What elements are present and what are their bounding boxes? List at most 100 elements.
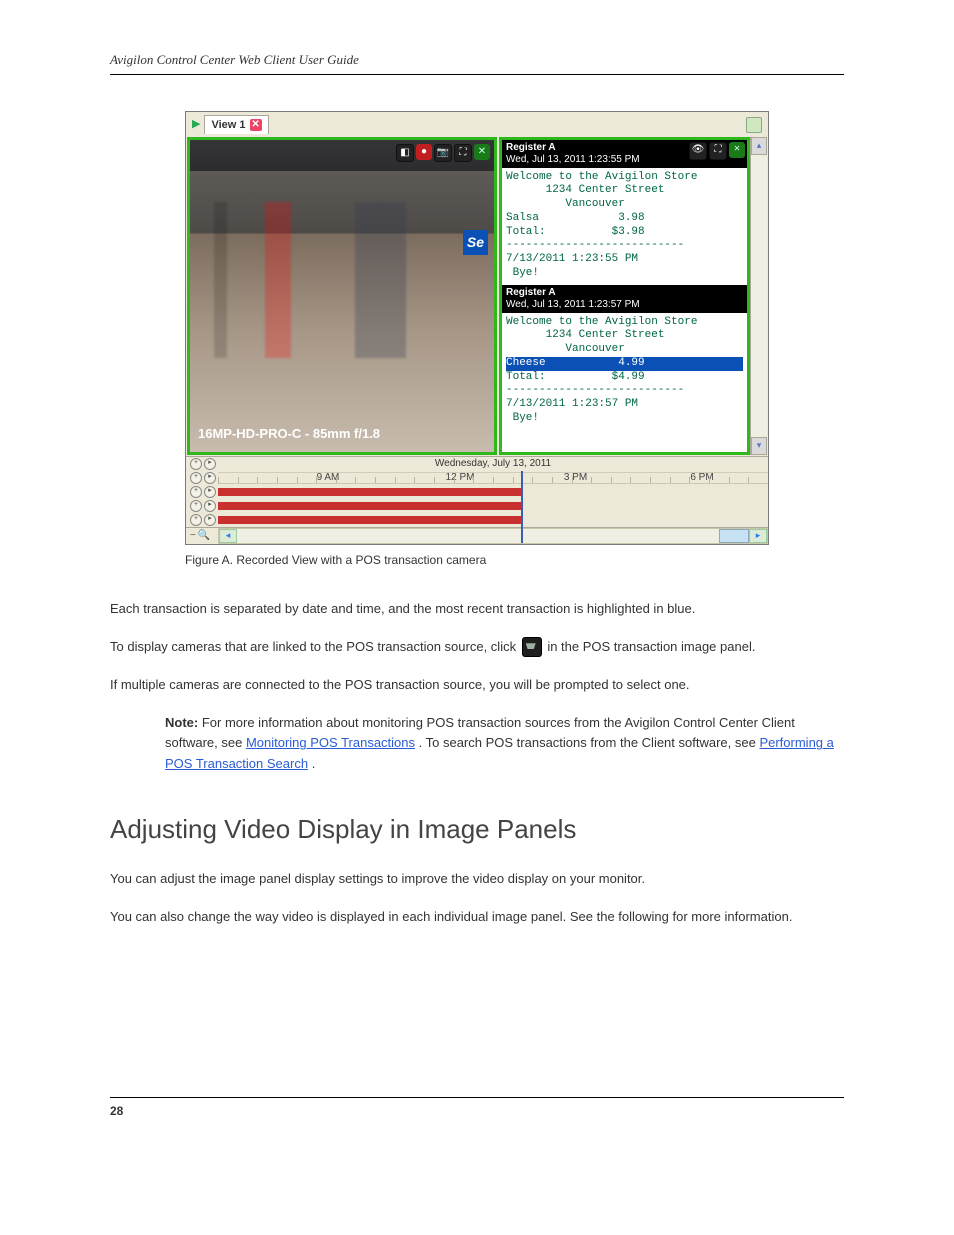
receipt2-addr2: Vancouver [565, 343, 624, 355]
note-label: Note: [165, 715, 198, 730]
close-tab-icon[interactable]: ✕ [250, 119, 262, 131]
receipt2-bye: Bye! [513, 412, 539, 424]
zoom-in-icon[interactable]: 🔍 [198, 528, 210, 543]
camera-label: 16MP-HD-PRO-C - 85mm f/1.8 [198, 424, 380, 444]
timeline-track[interactable] [218, 488, 768, 496]
receipt1-timestamp: Wed, Jul 13, 2011 1:23:55 PM [506, 154, 640, 165]
receipt1-addr1: 1234 Center Street [546, 184, 665, 196]
pos-source-icon[interactable]: 👁 [689, 142, 707, 160]
receipt2-tsline: 7/13/2011 1:23:57 PM [506, 398, 638, 410]
figure-wrapper: ▶ View 1 ✕ ◧ ● 📷 ⛶ ✕ 16MP-HD-PRO-C - 85m… [185, 111, 769, 569]
image-panels: ◧ ● 📷 ⛶ ✕ 16MP-HD-PRO-C - 85mm f/1.8 👁 ⛶… [186, 136, 768, 456]
vertical-scrollbar[interactable]: ▴ ▾ [750, 137, 767, 455]
play-icon[interactable]: ▸ [204, 458, 216, 470]
play-icon[interactable]: ▸ [204, 514, 216, 526]
text-run: . To search POS transactions from the Cl… [419, 735, 760, 750]
pos-transaction-panel[interactable]: 👁 ⛶ ✕ Register A Wed, Jul 13, 2011 1:23:… [499, 137, 750, 455]
expand-icon[interactable]: + [190, 486, 202, 498]
paragraph: If multiple cameras are connected to the… [110, 675, 844, 695]
scroll-up-icon[interactable]: ▴ [751, 137, 767, 155]
receipt1-price: 3.98 [618, 212, 644, 224]
receipt2-item: Cheese [506, 357, 546, 369]
horizontal-scrollbar[interactable]: ◂ ▸ [218, 528, 768, 544]
pos-camera-link-icon [522, 637, 542, 657]
timeline-ctrl[interactable]: +▸ [186, 514, 218, 526]
video-image-panel[interactable]: ◧ ● 📷 ⛶ ✕ 16MP-HD-PRO-C - 85mm f/1.8 [187, 137, 497, 455]
layout-menu-icon[interactable] [746, 117, 762, 133]
fullscreen-icon[interactable]: ⛶ [709, 142, 727, 160]
paragraph: Each transaction is separated by date an… [110, 599, 844, 619]
receipt2-total: $4.99 [612, 371, 645, 383]
receipt2-timestamp: Wed, Jul 13, 2011 1:23:57 PM [506, 299, 640, 310]
receipt1-item: Salsa [506, 212, 539, 224]
receipt1-bye: Bye! [513, 267, 539, 279]
video-scene [190, 140, 494, 452]
timeline[interactable]: +▸ Wednesday, July 13, 2011 +▸ 9 AM 12 P… [186, 456, 768, 544]
timeline-ctrl[interactable]: +▸ [186, 486, 218, 498]
pos-panel-icons: 👁 ⛶ ✕ [689, 142, 745, 160]
receipt1-title: Register A [506, 142, 556, 153]
scroll-left-icon[interactable]: ◂ [219, 529, 237, 543]
receipt1-addr2: Vancouver [565, 198, 624, 210]
receipt1-body: Welcome to the Avigilon Store 1234 Cente… [502, 168, 747, 281]
scroll-down-icon[interactable]: ▾ [751, 437, 767, 455]
figure-caption: Figure A. Recorded View with a POS trans… [185, 551, 769, 569]
fullscreen-icon[interactable]: ⛶ [454, 144, 472, 162]
view-tab[interactable]: View 1 ✕ [204, 115, 268, 135]
link-monitoring-pos[interactable]: Monitoring POS Transactions [246, 735, 415, 750]
receipt2-highlight-row: Cheese 4.99 [506, 357, 743, 371]
receipt2-total-label: Total: [506, 371, 546, 383]
expand-icon[interactable]: + [190, 472, 202, 484]
camera-icon[interactable]: 📷 [434, 144, 452, 162]
paragraph: To display cameras that are linked to th… [110, 637, 844, 658]
timeline-ctrl[interactable]: +▸ [186, 458, 218, 470]
page-header-title: Avigilon Control Center Web Client User … [110, 50, 844, 75]
timeline-date: Wednesday, July 13, 2011 [218, 455, 768, 473]
receipt2-price: 4.99 [618, 357, 644, 369]
scroll-track[interactable] [751, 155, 767, 437]
expand-icon[interactable]: + [190, 514, 202, 526]
page-number: 28 [110, 1104, 123, 1118]
timeline-track[interactable] [218, 502, 768, 510]
record-icon[interactable]: ● [416, 144, 432, 160]
scroll-thumb[interactable] [719, 529, 749, 543]
expand-icon[interactable]: + [190, 500, 202, 512]
receipt1-tsline: 7/13/2011 1:23:55 PM [506, 253, 638, 265]
scroll-right-icon[interactable]: ▸ [749, 529, 767, 543]
view-tab-label: View 1 [211, 117, 245, 134]
close-panel-icon[interactable]: ✕ [729, 142, 745, 158]
note-paragraph: Note: For more information about monitor… [110, 713, 844, 773]
timeline-zoom[interactable]: −🔍 [186, 528, 218, 543]
expand-icon[interactable]: + [190, 458, 202, 470]
timeline-playhead[interactable] [521, 471, 523, 543]
play-arrow-icon: ▶ [192, 116, 200, 133]
section-heading: Adjusting Video Display in Image Panels [110, 810, 844, 849]
view-tab-bar: ▶ View 1 ✕ [186, 112, 768, 136]
zoom-out-icon[interactable]: − [190, 528, 196, 543]
timeline-track[interactable] [218, 516, 768, 524]
receipt1-total: $3.98 [612, 226, 645, 238]
timeline-scale[interactable]: 9 AM 12 PM 3 PM 6 PM [218, 471, 768, 484]
receipt2-header: Register A Wed, Jul 13, 2011 1:23:57 PM [502, 285, 747, 313]
timeline-ctrl[interactable]: +▸ [186, 472, 218, 484]
receipt2-title: Register A [506, 287, 556, 298]
receipt1-sep: --------------------------- [506, 239, 684, 251]
screenshot-figure: ▶ View 1 ✕ ◧ ● 📷 ⛶ ✕ 16MP-HD-PRO-C - 85m… [185, 111, 769, 545]
timeline-bottom: −🔍 ◂ ▸ [186, 527, 768, 544]
receipt2-body: Welcome to the Avigilon Store 1234 Cente… [502, 313, 747, 426]
text-run: . [312, 756, 316, 771]
receipt2-welcome: Welcome to the Avigilon Store [506, 316, 697, 328]
pos-panel-wrap: 👁 ⛶ ✕ Register A Wed, Jul 13, 2011 1:23:… [498, 136, 768, 456]
text-run: To display cameras that are linked to th… [110, 639, 520, 654]
play-icon[interactable]: ▸ [204, 472, 216, 484]
video-panel-icons: ◧ ● 📷 ⛶ ✕ [396, 144, 490, 162]
paragraph: You can adjust the image panel display s… [110, 869, 844, 889]
receipt1-total-label: Total: [506, 226, 546, 238]
receipt2-addr1: 1234 Center Street [546, 329, 665, 341]
snapshot-icon[interactable]: ◧ [396, 144, 414, 162]
play-icon[interactable]: ▸ [204, 500, 216, 512]
play-icon[interactable]: ▸ [204, 486, 216, 498]
page-footer: 28 [110, 1097, 844, 1120]
close-panel-icon[interactable]: ✕ [474, 144, 490, 160]
timeline-ctrl[interactable]: +▸ [186, 500, 218, 512]
